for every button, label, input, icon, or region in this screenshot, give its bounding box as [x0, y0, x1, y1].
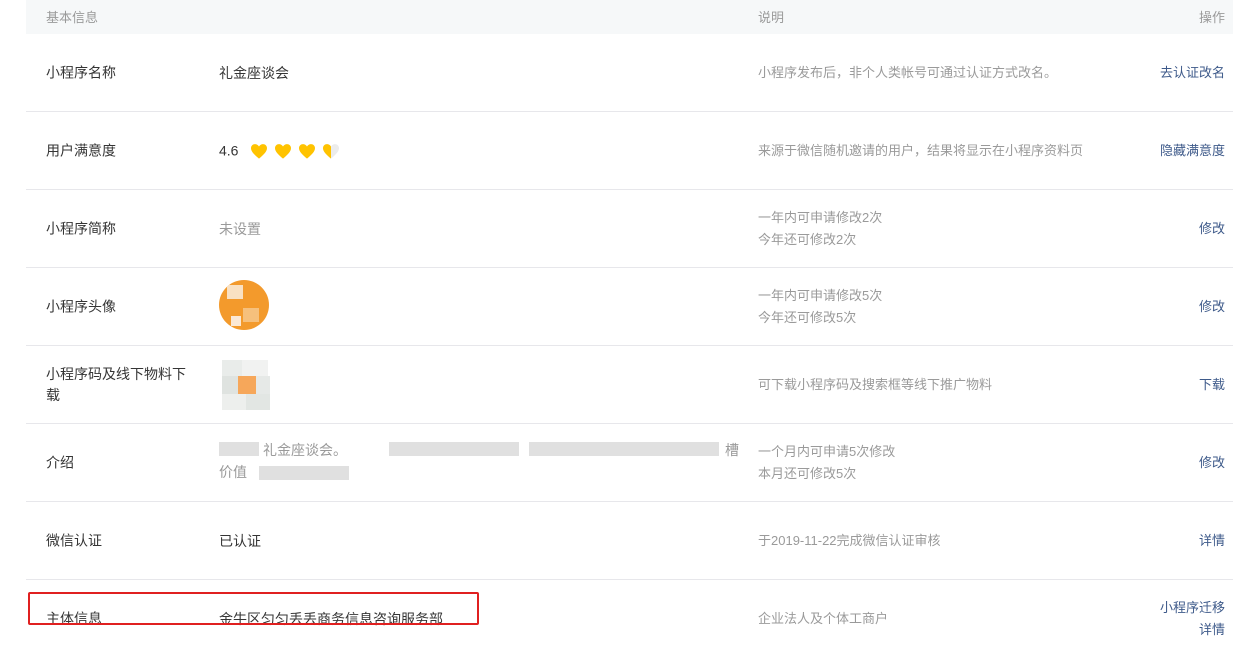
entity-details-link[interactable]: 详情 — [1160, 619, 1225, 641]
modify-short-name-link[interactable]: 修改 — [1199, 218, 1225, 240]
rating-score: 4.6 — [219, 141, 239, 158]
row-label: 小程序码及线下物料下 载 — [46, 364, 196, 406]
migrate-miniprogram-link[interactable]: 小程序迁移 — [1160, 597, 1225, 619]
row-label: 小程序名称 — [46, 64, 116, 80]
row-label: 小程序简称 — [46, 220, 116, 236]
row-description: 一年内可申请修改2次 今年还可修改2次 — [758, 207, 882, 251]
entity-actions: 小程序迁移 详情 — [1160, 597, 1225, 641]
download-link[interactable]: 下载 — [1199, 374, 1225, 396]
intro-line-2: 价值 — [219, 464, 247, 480]
verification-status: 已认证 — [219, 532, 261, 549]
row-wechat-verification: 微信认证 已认证 于2019-11-22完成微信认证审核 详情 — [26, 502, 1233, 580]
heart-full-icon — [251, 143, 268, 159]
row-description: 企业法人及个体工商户 — [758, 610, 889, 626]
label-line-1: 小程序码及线下物料下 — [46, 365, 186, 382]
intro-line-1-tail: 槽 — [725, 442, 739, 458]
row-label: 用户满意度 — [46, 142, 116, 158]
heart-full-icon — [299, 143, 316, 159]
desc-line-2: 本月还可修改5次 — [758, 465, 857, 481]
basic-info-table: 基本信息 说明 操作 小程序名称 礼金座谈会 小程序发布后，非个人类帐号可通过认… — [26, 0, 1233, 657]
label-line-2: 载 — [46, 386, 60, 403]
row-description: 可下载小程序码及搜索框等线下推广物料 — [758, 376, 993, 392]
desc-line-2: 今年还可修改2次 — [758, 231, 857, 247]
intro-line-1: 礼金座谈会。 — [263, 442, 347, 458]
row-description: 来源于微信随机邀请的用户，结果将显示在小程序资料页 — [758, 142, 1084, 158]
header-operation: 操作 — [1198, 10, 1225, 25]
row-description: 一个月内可申请5次修改 本月还可修改5次 — [758, 441, 895, 485]
row-user-satisfaction: 用户满意度 4.6 来源于微信随机邀请的用户，结果将显示在小程序资料页 隐藏满意… — [26, 112, 1233, 190]
row-miniprogram-name: 小程序名称 礼金座谈会 小程序发布后，非个人类帐号可通过认证方式改名。 去认证改… — [26, 34, 1233, 112]
heart-full-icon — [275, 143, 292, 159]
row-label: 小程序头像 — [46, 298, 116, 314]
rating-hearts — [250, 143, 340, 159]
highlight-box — [28, 592, 479, 625]
header-basic-info: 基本信息 — [46, 10, 99, 25]
desc-line-1: 一年内可申请修改2次 — [758, 209, 883, 225]
row-description: 小程序发布后，非个人类帐号可通过认证方式改名。 — [758, 64, 1058, 80]
avatar — [219, 280, 269, 330]
row-introduction: 介绍 礼金座谈会。 槽 价值 一个月内可申请5次修改 本月还可修改5次 修改 — [26, 424, 1233, 502]
row-label: 微信认证 — [46, 532, 102, 548]
rename-by-verification-link[interactable]: 去认证改名 — [1160, 62, 1225, 84]
row-description: 一年内可申请修改5次 今年还可修改5次 — [758, 285, 882, 329]
modify-avatar-link[interactable]: 修改 — [1199, 296, 1225, 318]
row-description: 于2019-11-22完成微信认证审核 — [758, 532, 941, 548]
desc-line-1: 一个月内可申请5次修改 — [758, 443, 896, 459]
satisfaction-rating: 4.6 — [219, 142, 340, 159]
modify-introduction-link[interactable]: 修改 — [1199, 452, 1225, 474]
verification-details-link[interactable]: 详情 — [1199, 530, 1225, 552]
hide-satisfaction-link[interactable]: 隐藏满意度 — [1160, 140, 1225, 162]
heart-partial-icon — [323, 143, 340, 159]
desc-line-1: 一年内可申请修改5次 — [758, 287, 883, 303]
desc-line-2: 今年还可修改5次 — [758, 309, 857, 325]
introduction-text-blurred: 礼金座谈会。 槽 价值 — [219, 440, 739, 486]
short-name-value: 未设置 — [219, 220, 261, 237]
qrcode-thumbnail — [222, 360, 272, 410]
row-qrcode-materials: 小程序码及线下物料下 载 可下载小程序码及搜索框等线下推广物料 下载 — [26, 346, 1233, 424]
miniprogram-name-value: 礼金座谈会 — [219, 64, 289, 81]
row-avatar: 小程序头像 一年内可申请修改5次 今年还可修改5次 修改 — [26, 268, 1233, 346]
row-label: 介绍 — [46, 454, 74, 470]
row-short-name: 小程序简称 未设置 一年内可申请修改2次 今年还可修改2次 修改 — [26, 190, 1233, 268]
table-header: 基本信息 说明 操作 — [26, 0, 1233, 34]
header-description: 说明 — [758, 10, 785, 25]
